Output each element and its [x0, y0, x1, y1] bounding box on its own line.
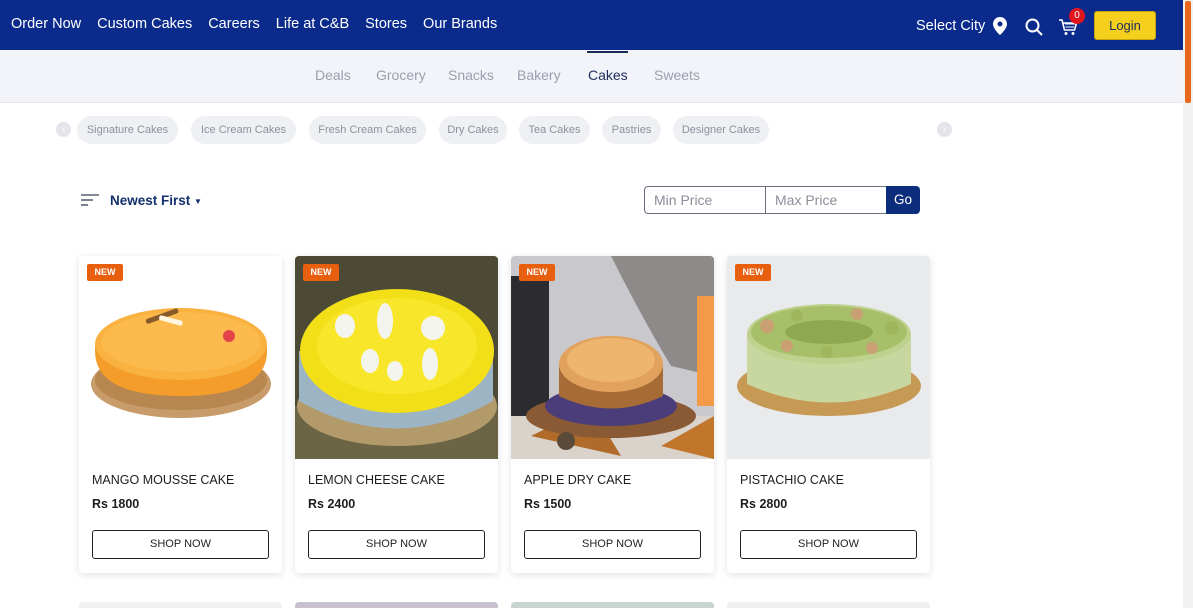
search-icon[interactable]: [1025, 18, 1043, 36]
product-name[interactable]: MANGO MOUSSE CAKE: [92, 473, 234, 487]
product-card-peek: [727, 602, 930, 608]
tab-sweets[interactable]: Sweets: [654, 67, 700, 83]
chevron-right-icon[interactable]: ›: [937, 122, 952, 137]
product-price: Rs 2800: [740, 497, 788, 511]
product-image-mango-mousse-cake[interactable]: [79, 256, 282, 459]
product-image-pistachio-cake[interactable]: [727, 256, 930, 459]
chevron-left-icon[interactable]: ‹: [56, 122, 71, 137]
nav-link-custom-cakes[interactable]: Custom Cakes: [97, 16, 192, 32]
min-price-input[interactable]: Min Price: [644, 186, 766, 214]
product-name[interactable]: LEMON CHEESE CAKE: [308, 473, 445, 487]
chip-signature-cakes[interactable]: Signature Cakes: [77, 116, 178, 144]
sort-dropdown[interactable]: Newest First ▼: [110, 193, 202, 208]
product-card-peek: [79, 602, 282, 608]
cart-count-badge: 0: [1069, 8, 1085, 24]
chip-ice-cream-cakes[interactable]: Ice Cream Cakes: [191, 116, 296, 144]
shop-now-button[interactable]: SHOP NOW: [92, 530, 269, 559]
tab-grocery[interactable]: Grocery: [376, 67, 426, 83]
tab-cakes[interactable]: Cakes: [588, 67, 628, 83]
product-name[interactable]: PISTACHIO CAKE: [740, 473, 844, 487]
new-badge: NEW: [303, 264, 339, 281]
chip-tea-cakes[interactable]: Tea Cakes: [519, 116, 590, 144]
product-price: Rs 2400: [308, 497, 356, 511]
max-price-input[interactable]: Max Price: [765, 186, 887, 214]
product-card[interactable]: NEW LEMON CHEESE CAKE Rs 2400 SHOP NOW: [295, 256, 498, 573]
page: Order Now Custom Cakes Careers Life at C…: [0, 0, 1193, 608]
product-card-peek: [511, 602, 714, 608]
new-badge: NEW: [519, 264, 555, 281]
new-badge: NEW: [735, 264, 771, 281]
nav-link-life-at-cb[interactable]: Life at C&B: [276, 16, 349, 32]
shop-now-button[interactable]: SHOP NOW: [524, 530, 701, 559]
product-image-lemon-cheese-cake[interactable]: [295, 256, 498, 459]
tab-deals[interactable]: Deals: [315, 67, 351, 83]
product-card[interactable]: NEW PISTACHIO CAKE Rs 2800 SHOP NOW: [727, 256, 930, 573]
tab-bakery[interactable]: Bakery: [517, 67, 561, 83]
top-navbar: Order Now Custom Cakes Careers Life at C…: [0, 0, 1183, 50]
product-card[interactable]: NEW MANGO MOUSSE CAKE Rs 1800 SHOP NOW: [79, 256, 282, 573]
chip-pastries[interactable]: Pastries: [602, 116, 661, 144]
product-price: Rs 1800: [92, 497, 140, 511]
sort-dropdown-label: Newest First: [110, 193, 191, 208]
nav-link-our-brands[interactable]: Our Brands: [423, 16, 497, 32]
product-image-apple-dry-cake[interactable]: [511, 256, 714, 459]
new-badge: NEW: [87, 264, 123, 281]
caret-down-icon: ▼: [194, 196, 202, 206]
category-tabs: Deals Grocery Snacks Bakery Cakes Sweets: [0, 50, 1183, 103]
primary-nav: Order Now Custom Cakes Careers Life at C…: [11, 16, 497, 32]
price-go-button[interactable]: Go: [886, 186, 920, 214]
product-card-peek: [295, 602, 498, 608]
select-city-button[interactable]: Select City: [916, 18, 985, 34]
chip-dry-cakes[interactable]: Dry Cakes: [439, 116, 507, 144]
product-price: Rs 1500: [524, 497, 572, 511]
nav-link-careers[interactable]: Careers: [208, 16, 260, 32]
sort-icon[interactable]: [81, 193, 99, 207]
product-card[interactable]: NEW APPLE DRY CAKE Rs 1500 SHOP NOW: [511, 256, 714, 573]
shop-now-button[interactable]: SHOP NOW: [308, 530, 485, 559]
active-tab-indicator: [587, 51, 628, 53]
nav-link-order-now[interactable]: Order Now: [11, 16, 81, 32]
location-pin-icon[interactable]: [993, 17, 1007, 35]
login-button[interactable]: Login: [1094, 11, 1156, 40]
scrollbar-thumb[interactable]: [1185, 1, 1191, 103]
chip-designer-cakes[interactable]: Designer Cakes: [673, 116, 769, 144]
chip-fresh-cream-cakes[interactable]: Fresh Cream Cakes: [309, 116, 426, 144]
nav-link-stores[interactable]: Stores: [365, 16, 407, 32]
tab-snacks[interactable]: Snacks: [448, 67, 494, 83]
product-name[interactable]: APPLE DRY CAKE: [524, 473, 631, 487]
shop-now-button[interactable]: SHOP NOW: [740, 530, 917, 559]
